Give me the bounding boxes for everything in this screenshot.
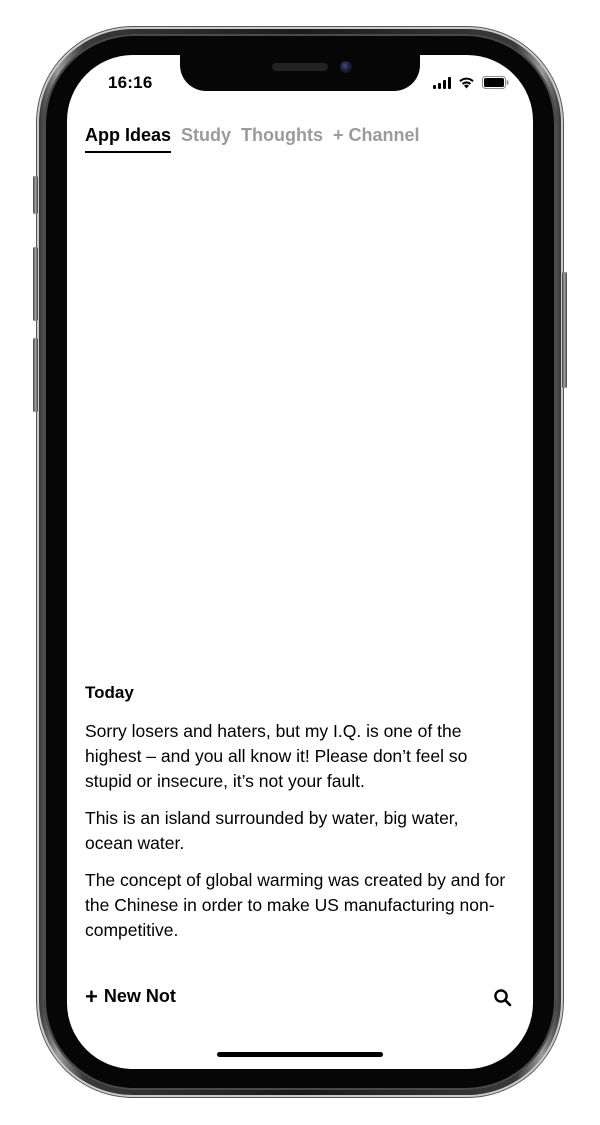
- new-note-label: New Not: [103, 986, 176, 1006]
- note-item[interactable]: The concept of global warming was create…: [85, 868, 510, 943]
- tab-thoughts[interactable]: Thoughts: [241, 125, 323, 153]
- notch: [180, 55, 420, 91]
- note-item[interactable]: This is an island surrounded by water, b…: [85, 806, 510, 856]
- battery-icon: [482, 76, 509, 89]
- search-button[interactable]: [493, 988, 513, 1008]
- note-item[interactable]: Sorry losers and haters, but my I.Q. is …: [85, 719, 510, 794]
- status-icons: [433, 75, 509, 89]
- power-button: [562, 272, 567, 388]
- volume-up-button: [33, 247, 38, 321]
- tab-app-ideas[interactable]: App Ideas: [85, 125, 172, 153]
- channel-tabs: App Ideas Study Thoughts + Channel: [85, 125, 420, 153]
- front-camera-icon: [340, 61, 352, 73]
- volume-down-button: [33, 338, 38, 412]
- phone-screen: 16:16 App Ideas Study Thoughts + Channel…: [67, 55, 533, 1069]
- mockup-stage: 16:16 App Ideas Study Thoughts + Channel…: [0, 0, 600, 1125]
- notes-list: Today Sorry losers and haters, but my I.…: [85, 683, 510, 955]
- home-indicator[interactable]: [217, 1052, 383, 1057]
- mute-switch: [33, 176, 38, 214]
- section-title-today: Today: [85, 683, 134, 702]
- status-time: 16:16: [108, 73, 153, 92]
- cellular-signal-icon: [433, 77, 451, 89]
- add-channel-tab[interactable]: + Channel: [333, 125, 420, 153]
- search-icon: [494, 989, 512, 1007]
- wifi-icon: [458, 76, 475, 89]
- plus-icon: +: [85, 983, 98, 1009]
- new-note-button[interactable]: + New Not: [85, 983, 176, 1009]
- tab-study[interactable]: Study: [181, 125, 231, 153]
- earpiece-speaker: [272, 63, 328, 71]
